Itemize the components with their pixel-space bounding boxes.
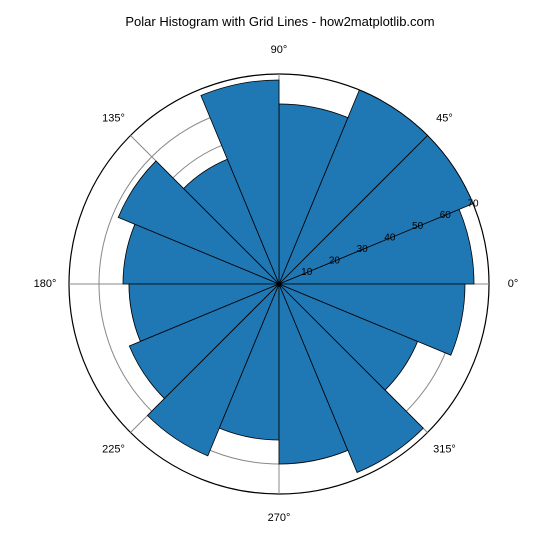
radial-tick-label: 30 [357, 244, 369, 255]
radial-tick-label: 50 [412, 221, 424, 232]
angle-tick-label: 270° [268, 512, 291, 524]
polar-histogram: 10 20 30 40 50 60 70 0° 45° 90° 135° 180° 225° 270° 31… [0, 0, 560, 560]
radial-tick-label: 10 [301, 267, 313, 278]
radial-tick-label: 20 [329, 256, 341, 267]
angle-tick-label: 315° [433, 443, 456, 455]
angle-tick-label: 45° [436, 112, 453, 124]
radial-tick-label: 40 [384, 233, 396, 244]
angle-tick-label: 0° [508, 278, 519, 290]
angle-tick-label: 180° [34, 278, 57, 290]
angle-tick-label: 135° [102, 112, 125, 124]
radial-tick-label: 60 [440, 210, 452, 221]
radial-tick-label: 70 [467, 198, 479, 209]
angle-tick-label: 90° [271, 44, 288, 56]
bars [118, 80, 474, 472]
angle-tick-label: 225° [102, 443, 125, 455]
